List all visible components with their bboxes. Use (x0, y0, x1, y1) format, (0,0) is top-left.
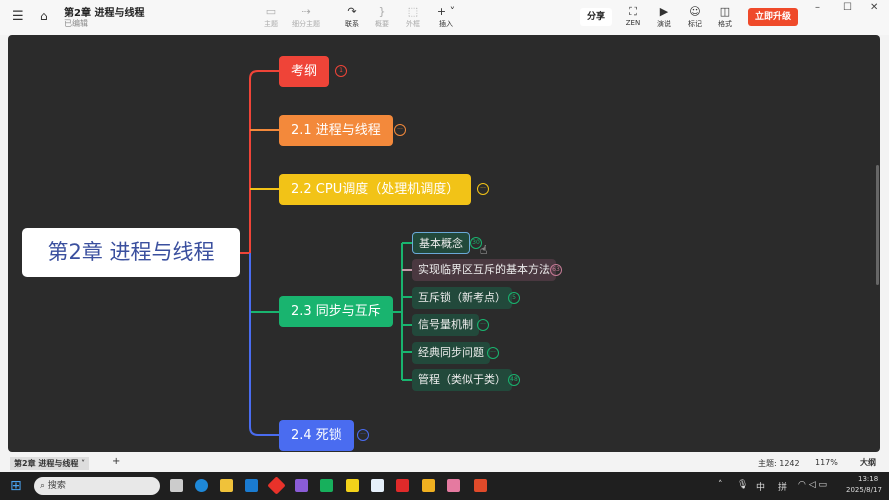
tray-expand-icon[interactable]: ˄ (718, 480, 723, 490)
insert-button[interactable]: + ˅ 插入 (430, 5, 462, 29)
collapse-badge[interactable]: ··· (357, 429, 369, 441)
collapse-badge[interactable]: ··· (394, 124, 406, 136)
minimize-icon[interactable]: – (815, 2, 820, 13)
app-pink-icon[interactable] (447, 479, 460, 492)
subtopic-basic-concept[interactable]: 基本概念 (412, 232, 470, 254)
count-badge[interactable]: 5 (508, 292, 520, 304)
share-button[interactable]: 分享 (580, 8, 612, 26)
fullscreen-icon: ⛶ (629, 5, 637, 18)
topic-icon: ▭ (265, 5, 277, 18)
ime-chinese[interactable]: 中 (756, 480, 765, 493)
app-red-icon[interactable] (267, 476, 286, 495)
summary-icon: } (378, 5, 386, 18)
label: ZEN (625, 19, 641, 27)
edge-icon[interactable] (195, 479, 208, 492)
relation-button[interactable]: ↷ 联系 (336, 5, 368, 29)
collapse-badge[interactable]: ··· (487, 347, 499, 359)
app-bookmark-icon[interactable] (422, 479, 435, 492)
relation-icon: ↷ (347, 5, 357, 18)
cursor-icon: ☝ (480, 243, 488, 257)
boundary-icon: ⬚ (407, 5, 419, 18)
sheet-tab[interactable]: 第2章 进程与线程 ˅ (10, 457, 90, 470)
marker-button[interactable]: ☺ 标记 (679, 5, 711, 29)
subtopic-semaphore[interactable]: 信号量机制 (412, 314, 479, 336)
panel-icon: ◫ (719, 5, 731, 18)
summary-button[interactable]: } 概要 (366, 5, 398, 29)
zoom-select[interactable]: 117% (815, 458, 838, 467)
branch-2-2[interactable]: 2.2 CPU调度（处理机调度） (279, 174, 472, 205)
status-bar: 第2章 进程与线程 ˅ + 主题: 1242 117% 大纲 (0, 455, 889, 472)
taskbar-search[interactable]: ⌕ 搜索 (34, 477, 160, 495)
file-explorer-icon[interactable] (220, 479, 233, 492)
menu-icon[interactable]: ☰ (12, 9, 24, 24)
mindmap-canvas[interactable]: 第2章 进程与线程 考纲 1 2.1 进程与线程 ··· 2.2 CPU调度（处… (8, 35, 880, 452)
label: 演说 (657, 20, 671, 28)
label: 概要 (375, 20, 389, 28)
task-view-icon[interactable] (170, 479, 183, 492)
search-placeholder: 搜索 (47, 481, 66, 491)
format-button[interactable]: ◫ 格式 (709, 5, 741, 29)
xmind-icon[interactable] (474, 479, 487, 492)
count-badge[interactable]: 48 (508, 374, 520, 386)
present-button[interactable]: ▶ 演说 (648, 5, 680, 29)
upgrade-button[interactable]: 立即升级 (748, 8, 798, 26)
maximize-icon[interactable]: ☐ (843, 2, 852, 13)
label: 细分主题 (292, 20, 320, 28)
label: 主题 (264, 20, 278, 28)
wps-icon[interactable] (396, 479, 409, 492)
count-badge[interactable]: 63 (550, 264, 562, 276)
subtopic-critical-section[interactable]: 实现临界区互斥的基本方法 (412, 259, 556, 281)
boundary-button[interactable]: ⬚ 外框 (397, 5, 429, 29)
vertical-scrollbar[interactable] (876, 165, 879, 285)
label: 格式 (718, 20, 732, 28)
zen-button[interactable]: ⛶ ZEN (617, 5, 649, 27)
document-title: 第2章 进程与线程 (64, 8, 145, 19)
topic-button[interactable]: ▭ 主题 (255, 5, 287, 29)
save-status: 已编辑 (64, 19, 88, 28)
collapse-badge[interactable]: ··· (477, 183, 489, 195)
app-green-icon[interactable] (320, 479, 333, 492)
play-icon: ▶ (659, 5, 669, 18)
taskbar: ⊞ ⌕ 搜索 ˄ 🎙 中 拼 ◠ ◁ ▭ 13:18 2025/8/17 (0, 472, 889, 500)
collapse-badge[interactable]: ··· (477, 319, 489, 331)
network-volume-battery-icon[interactable]: ◠ ◁ ▭ (798, 480, 827, 490)
clock-date[interactable]: 2025/8/17 (846, 486, 882, 494)
label: 插入 (439, 20, 453, 28)
label: 外框 (406, 20, 420, 28)
branch-2-4[interactable]: 2.4 死锁 (279, 420, 354, 451)
label: 标记 (688, 20, 702, 28)
app-cloud-icon[interactable] (371, 479, 384, 492)
clock-time[interactable]: 13:18 (858, 475, 878, 483)
copilot-icon[interactable] (295, 479, 308, 492)
plus-icon: + ˅ (436, 5, 456, 18)
branch-2-1[interactable]: 2.1 进程与线程 (279, 115, 393, 146)
branch-kaogang[interactable]: 考纲 (279, 56, 330, 87)
outlook-icon[interactable] (245, 479, 258, 492)
outline-button[interactable]: 大纲 (860, 457, 876, 468)
close-icon[interactable]: ✕ (870, 2, 878, 13)
toolbar: ☰ ⌂ 第2章 进程与线程 已编辑 ▭ 主题 ⇢ 细分主题 ↷ 联系 } 概要 ⬚ 外框 … (0, 0, 889, 35)
subtopic-icon: ⇢ (301, 5, 311, 18)
microphone-icon[interactable]: 🎙 (737, 480, 748, 490)
central-topic[interactable]: 第2章 进程与线程 (22, 228, 240, 277)
subtopic-classic-sync[interactable]: 经典同步问题 (412, 342, 490, 364)
subtopic-monitor[interactable]: 管程（类似于类） (412, 369, 512, 391)
topic-count: 主题: 1242 (758, 459, 800, 468)
count-badge[interactable]: 1 (335, 65, 347, 77)
smiley-icon: ☺ (689, 5, 701, 18)
sheet-label: 第2章 进程与线程 (14, 459, 79, 468)
subtopic-mutex[interactable]: 互斥锁（新考点） (412, 287, 512, 309)
add-sheet-button[interactable]: + (112, 456, 120, 467)
label: 联系 (345, 20, 359, 28)
ime-pinyin[interactable]: 拼 (778, 480, 787, 493)
subtopic-button[interactable]: ⇢ 细分主题 (290, 5, 322, 29)
sticky-notes-icon[interactable] (346, 479, 359, 492)
home-icon[interactable]: ⌂ (40, 9, 48, 23)
windows-start-icon[interactable]: ⊞ (10, 478, 22, 494)
branch-2-3[interactable]: 2.3 同步与互斥 (279, 296, 393, 327)
